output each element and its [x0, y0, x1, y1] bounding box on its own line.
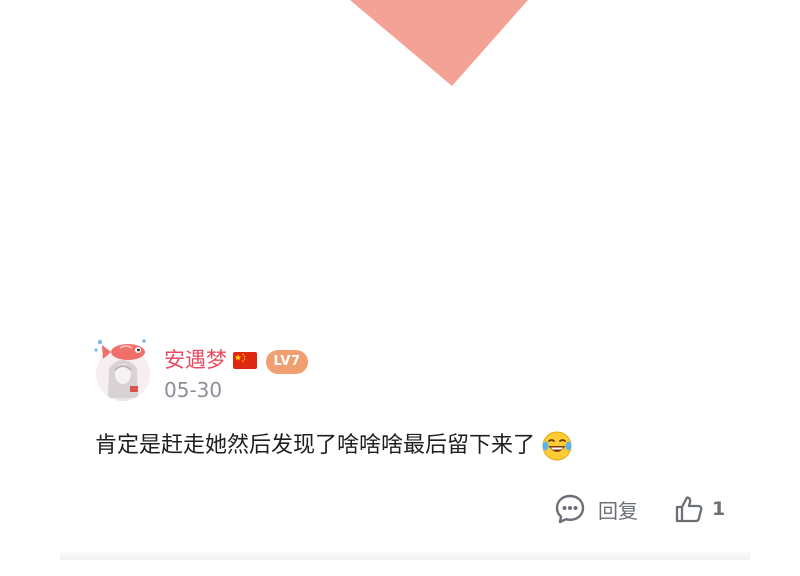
- china-flag-icon: [233, 352, 257, 369]
- laughing-tears-emoji: [542, 431, 572, 461]
- decorative-triangle: [350, 0, 528, 86]
- comment-body: 肯定是赶走她然后发现了啥啥啥最后留下来了: [95, 430, 573, 462]
- comment-text: 肯定是赶走她然后发现了啥啥啥最后留下来了: [95, 433, 536, 458]
- avatar[interactable]: [92, 338, 154, 402]
- reply-button[interactable]: 回复: [554, 493, 638, 525]
- divider: [60, 552, 750, 560]
- like-button[interactable]: 1: [674, 493, 725, 525]
- comment-date: 05-30: [164, 378, 223, 402]
- comment-bubble-icon: [555, 494, 585, 524]
- username[interactable]: 安遇梦: [164, 346, 227, 374]
- level-badge: LV7: [266, 350, 308, 374]
- thumbs-up-icon: [675, 496, 703, 523]
- reply-label: 回复: [598, 498, 638, 523]
- avatar-image: [94, 339, 150, 401]
- like-count: 1: [712, 498, 726, 520]
- comment-screen: 安遇梦 LV7 05-30 肯定是赶走她然后发现了啥啥啥最后留下来了 回复 1: [0, 0, 800, 576]
